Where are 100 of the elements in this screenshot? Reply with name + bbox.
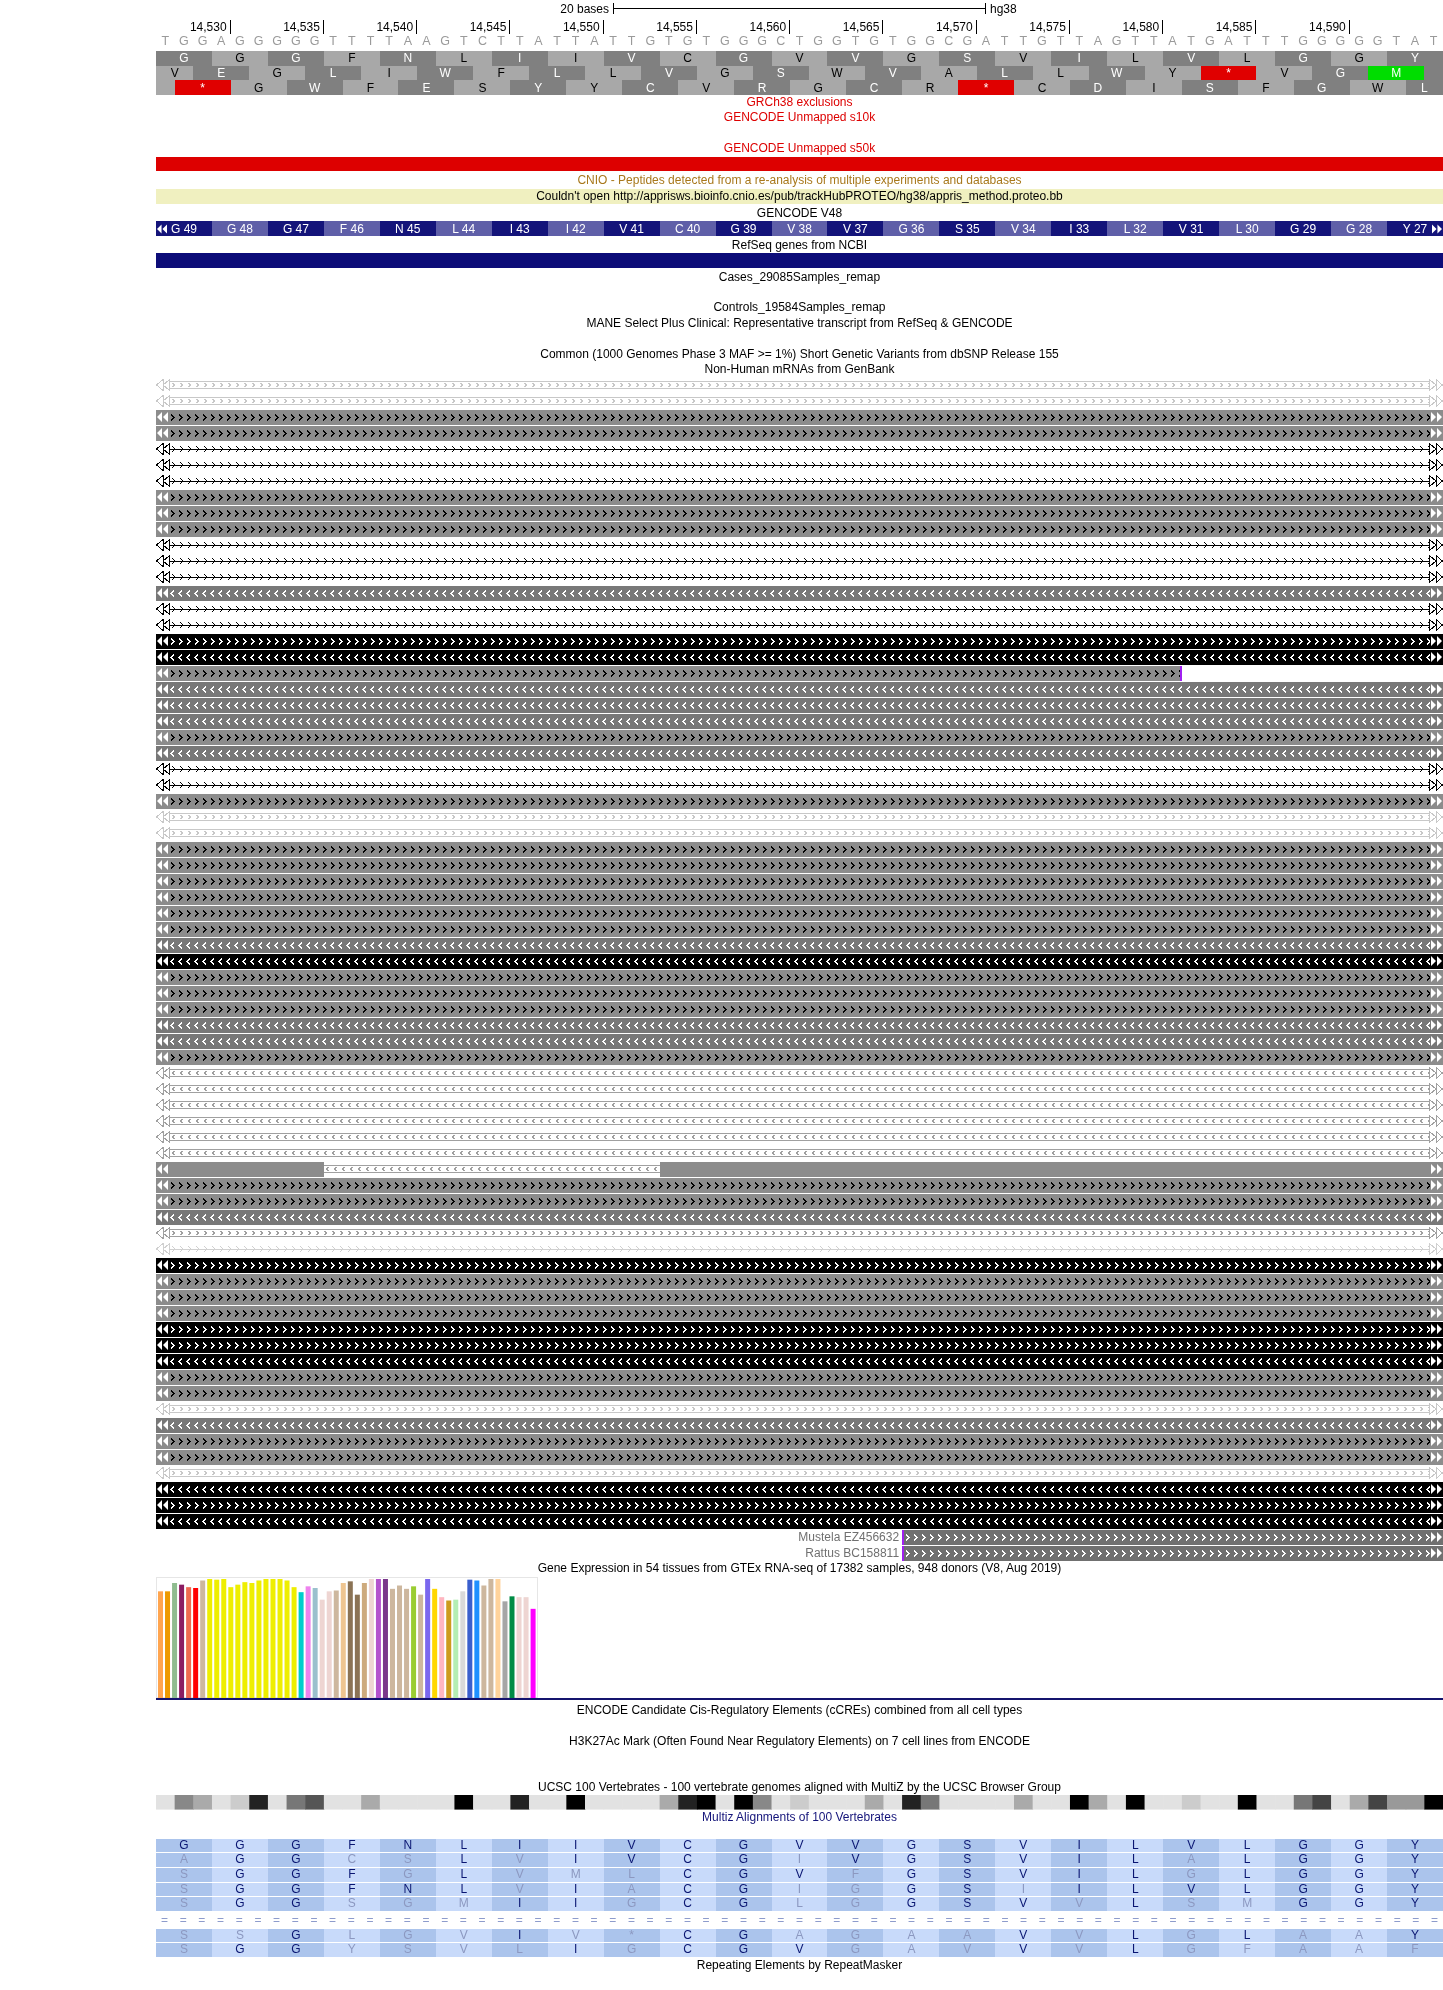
alignment-block[interactable] [156,857,1443,873]
base-letter: A [1224,34,1233,49]
alignment-outline[interactable] [156,1147,1443,1160]
alignment-block[interactable] [156,521,1443,537]
alignment-block[interactable] [156,905,1443,921]
gene-codon-cell[interactable]: G 49 [156,221,212,236]
alignment-block[interactable] [156,409,1443,425]
alignment-block[interactable] [156,1497,1443,1513]
gene-codon-cell[interactable]: Y 27 [1387,221,1443,236]
alignment-block[interactable] [156,665,1181,681]
alignment-block[interactable] [156,921,1443,937]
alignment-block[interactable] [156,1273,1443,1289]
alignment-outline[interactable] [156,1227,1443,1240]
alignment-outline[interactable] [323,1163,660,1176]
gene-codon-cell[interactable]: L 44 [435,221,492,236]
gene-codon-cell[interactable]: L 32 [1107,221,1164,236]
alignment-block[interactable] [156,425,1443,441]
double-right-arrow-icon [1431,860,1442,871]
gene-codon-cell[interactable]: V 34 [995,221,1052,236]
base-letter: G [645,34,656,49]
alignment-block[interactable] [156,1513,1443,1529]
alignment-outline[interactable] [156,1083,1443,1096]
alignment-block[interactable] [156,969,1443,985]
gene-codon-cell[interactable]: I 43 [491,221,548,236]
residue-cell: V [827,1838,884,1853]
base-letter: G [235,34,245,49]
alignment-block[interactable] [156,633,1443,649]
alignment-line[interactable] [156,443,1443,456]
alignment-block[interactable] [156,793,1443,809]
residue-cell: S [939,1867,996,1882]
alignment-line[interactable] [156,555,1443,568]
alignment-block[interactable] [156,1481,1443,1497]
alignment-block[interactable] [156,1369,1443,1385]
alignment-line[interactable] [156,539,1443,552]
alignment-block[interactable] [156,1433,1443,1449]
gene-codon-cell[interactable]: G 47 [267,221,324,236]
gene-codon-cell[interactable]: I 33 [1051,221,1108,236]
track-title: GENCODE Unmapped s10k [723,110,876,126]
alignment-block[interactable] [156,1193,1443,1209]
alignment-line[interactable] [156,459,1443,472]
alignment-block[interactable] [156,489,1443,505]
gene-codon-cell[interactable]: V 31 [1163,221,1220,236]
gene-codon-cell[interactable]: V 38 [771,221,828,236]
alignment-outline[interactable] [156,1099,1443,1112]
alignment-line[interactable] [156,763,1443,776]
gene-codon-cell[interactable]: G 36 [883,221,940,236]
gene-codon-cell[interactable]: G 29 [1275,221,1332,236]
alignment-outline[interactable] [156,1131,1443,1144]
alignment-block[interactable] [156,953,1443,969]
alignment-block[interactable] [156,873,1443,889]
alignment-block[interactable] [156,889,1443,905]
partial-codon-cell: L [1405,80,1443,96]
alignment-block[interactable] [156,1353,1443,1369]
double-left-arrow-icon [157,492,168,503]
alignment-line[interactable] [156,571,1443,584]
alignment-block[interactable] [156,649,1443,665]
alignment-block[interactable] [156,1289,1443,1305]
alignment-line[interactable] [156,779,1443,792]
alignment-block[interactable] [156,1449,1443,1465]
gene-codon-cell[interactable]: N 45 [379,221,436,236]
gene-codon-cell[interactable]: G 28 [1331,221,1388,236]
residue-cell: G [1275,1838,1332,1853]
residue-cell: I [547,1897,604,1911]
gene-codon-cell[interactable]: G 48 [211,221,268,236]
alignment-block[interactable] [156,985,1443,1001]
alignment-block[interactable] [156,1001,1443,1017]
feature-bar[interactable] [156,156,1443,172]
alignment-line[interactable] [156,619,1443,632]
amino-acid-cell: F [323,51,380,66]
amino-acid-cell: Y [566,80,623,96]
alignment-block[interactable] [156,841,1443,857]
gene-codon-cell[interactable]: F 46 [323,221,380,236]
alignment-block[interactable] [156,1321,1443,1337]
alignment-exon[interactable] [156,1161,324,1177]
ruler-tick-label: 14,580 [1122,20,1164,34]
double-left-arrow-icon [156,539,170,552]
alignment-line[interactable] [156,603,1443,616]
gene-codon-cell[interactable]: C 40 [659,221,716,236]
gene-codon-cell[interactable]: V 37 [827,221,884,236]
gene-codon-cell[interactable]: L 30 [1219,221,1276,236]
alignment-block[interactable] [156,1385,1443,1401]
gene-codon-cell[interactable]: S 35 [939,221,996,236]
double-right-arrow-icon [1431,1436,1442,1447]
double-right-arrow-icon [1431,1276,1442,1287]
gene-codon-cell[interactable]: V 41 [603,221,660,236]
amino-acid-cell: G [230,80,287,96]
alignment-block[interactable] [156,1305,1443,1321]
alignment-block[interactable] [156,1337,1443,1353]
gene-codon-cell[interactable]: I 42 [547,221,604,236]
alignment-block[interactable] [156,1257,1443,1273]
double-right-arrow-icon [1429,1131,1443,1144]
alignment-outline[interactable] [156,1115,1443,1128]
alignment-line[interactable] [156,475,1443,488]
base-letter: T [497,34,505,49]
gene-codon-cell[interactable]: G 39 [715,221,772,236]
alignment-block[interactable] [156,729,1443,745]
alignment-block[interactable] [156,1177,1443,1193]
alignment-block[interactable] [156,1049,1443,1065]
amino-acid-cell: I [1125,80,1182,96]
alignment-block[interactable] [156,505,1443,521]
